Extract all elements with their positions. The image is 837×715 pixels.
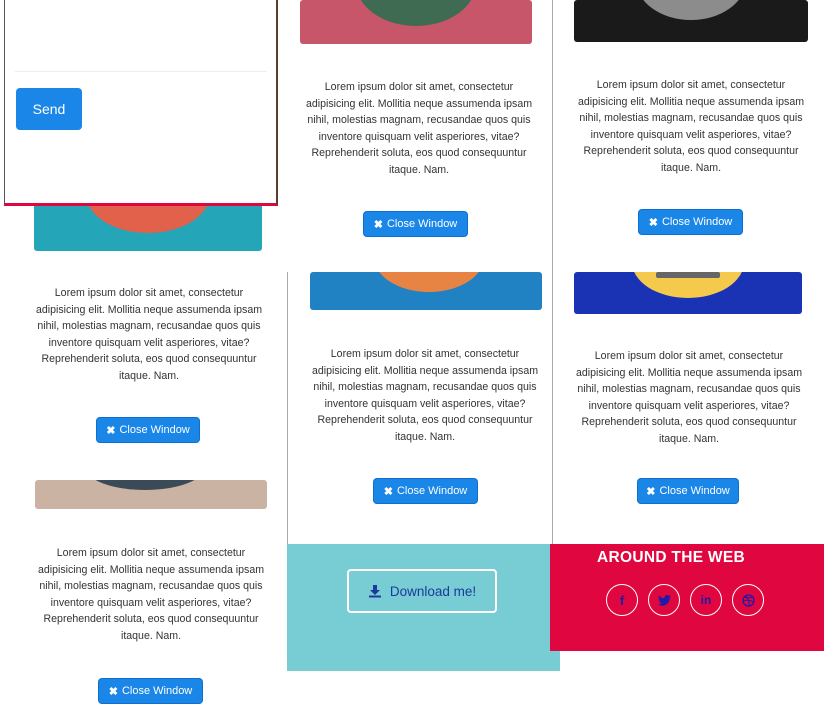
portfolio-description: Lorem ipsum dolor sit amet, consectetur … [577, 79, 805, 174]
close-icon: ✖ [383, 485, 393, 498]
close-window-button[interactable]: ✖ Close Window [637, 478, 739, 504]
send-button[interactable]: Send [16, 88, 82, 130]
portfolio-image [35, 480, 267, 509]
facebook-icon[interactable]: f [606, 584, 638, 616]
portfolio-image [300, 0, 532, 44]
close-window-label: Close Window [121, 685, 193, 697]
portfolio-image-circle [636, 0, 746, 20]
download-section: Download me! [287, 544, 560, 671]
portfolio-image [574, 272, 802, 314]
around-the-web-section: AROUND THE WEB f in [550, 544, 824, 651]
close-window-button[interactable]: ✖ Close Window [363, 211, 468, 237]
close-window-label: Close Window [386, 218, 458, 230]
dribbble-icon[interactable] [732, 584, 764, 616]
close-window-button[interactable]: ✖ Close Window [373, 478, 478, 504]
portfolio-image [310, 272, 542, 310]
close-icon: ✖ [646, 485, 656, 498]
close-icon: ✖ [106, 424, 116, 437]
linkedin-icon[interactable]: in [690, 584, 722, 616]
close-icon: ✖ [648, 216, 658, 229]
close-window-label: Close Window [396, 485, 468, 497]
portfolio-description: Lorem ipsum dolor sit amet, consectetur … [37, 547, 265, 642]
form-divider [15, 71, 267, 72]
portfolio-image [574, 0, 808, 42]
column-divider [287, 272, 288, 544]
download-button[interactable]: Download me! [347, 569, 497, 613]
portfolio-description: Lorem ipsum dolor sit amet, consectetur … [311, 348, 539, 443]
close-window-button[interactable]: ✖ Close Window [98, 678, 203, 704]
close-icon: ✖ [108, 685, 118, 698]
download-label: Download me! [389, 583, 477, 599]
portfolio-image-detail [656, 272, 720, 278]
portfolio-description: Lorem ipsum dolor sit amet, consectetur … [575, 350, 803, 445]
column-divider [552, 0, 553, 544]
portfolio-image-circle [374, 272, 484, 292]
around-the-web-title: AROUND THE WEB [597, 549, 745, 566]
twitter-icon[interactable] [648, 584, 680, 616]
portfolio-image-circle [356, 0, 476, 26]
portfolio-image-circle [85, 480, 205, 490]
portfolio-description: Lorem ipsum dolor sit amet, consectetur … [305, 81, 533, 176]
portfolio-description: Lorem ipsum dolor sit amet, consectetur … [35, 287, 263, 382]
close-window-button[interactable]: ✖ Close Window [638, 209, 743, 235]
close-icon: ✖ [373, 218, 383, 231]
close-window-label: Close Window [119, 424, 190, 436]
contact-form-panel: Send [4, 0, 278, 206]
download-icon [368, 584, 382, 598]
close-window-label: Close Window [661, 216, 733, 228]
close-window-button[interactable]: ✖ Close Window [96, 417, 200, 443]
close-window-label: Close Window [659, 485, 730, 497]
